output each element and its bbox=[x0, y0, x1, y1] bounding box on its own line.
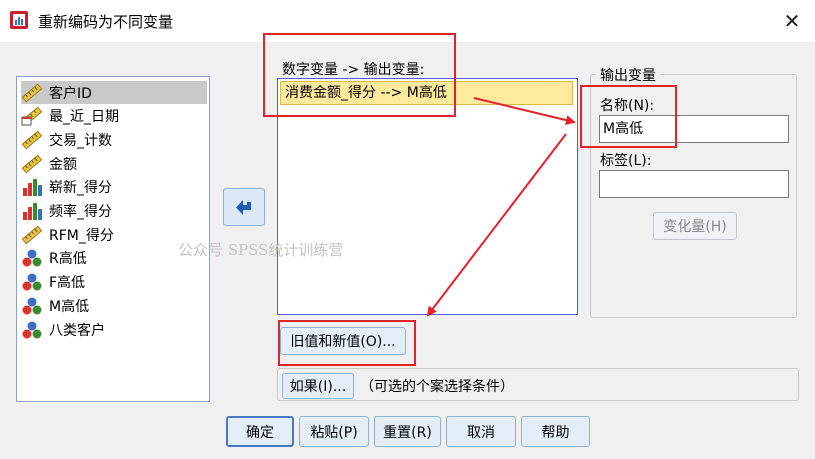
if-caption: （可选的个案选择条件） bbox=[360, 379, 514, 395]
if-button[interactable]: 如果(I)... bbox=[282, 373, 354, 399]
calendar-ruler-icon bbox=[21, 106, 49, 126]
annotation-box-old-new bbox=[278, 320, 416, 366]
variable-label: 交易_计数 bbox=[49, 132, 112, 149]
variable-label: 客户ID bbox=[49, 85, 92, 102]
variable-item[interactable]: 八类客户 bbox=[21, 318, 207, 341]
nominal-icon bbox=[21, 296, 49, 316]
label-input[interactable] bbox=[599, 170, 789, 198]
variable-label: 八类客户 bbox=[49, 322, 105, 339]
window-title: 重新编码为不同变量 bbox=[38, 13, 174, 31]
variable-label: 最_近_日期 bbox=[49, 109, 119, 126]
annotation-box-name bbox=[580, 85, 677, 148]
variable-item[interactable]: 频率_得分 bbox=[21, 200, 207, 223]
ok-button[interactable]: 确定 bbox=[226, 416, 294, 447]
bar-chart-icon bbox=[21, 177, 49, 197]
variable-item[interactable]: 金额 bbox=[21, 152, 207, 175]
arrow-left-icon bbox=[236, 200, 251, 215]
variable-label: 崭新_得分 bbox=[49, 180, 112, 197]
variable-label: 频率_得分 bbox=[49, 204, 112, 220]
nominal-icon bbox=[21, 320, 49, 340]
variable-item[interactable]: F高低 bbox=[21, 271, 207, 294]
label-label: 标签(L): bbox=[600, 153, 652, 169]
if-condition-group bbox=[277, 368, 799, 401]
nominal-icon bbox=[21, 272, 49, 292]
variable-label: 金额 bbox=[49, 156, 77, 173]
variable-item[interactable]: 最_近_日期 bbox=[21, 105, 207, 128]
change-button[interactable]: 变化量(H) bbox=[653, 212, 737, 240]
variable-item[interactable]: 交易_计数 bbox=[21, 128, 207, 151]
close-icon[interactable]: ✕ bbox=[779, 8, 805, 34]
nominal-icon bbox=[21, 248, 49, 268]
move-variable-button[interactable] bbox=[223, 188, 265, 226]
reset-button[interactable]: 重置(R) bbox=[374, 416, 441, 447]
ruler-icon bbox=[21, 130, 49, 150]
variable-label: R高低 bbox=[49, 251, 87, 268]
variable-item[interactable]: 崭新_得分 bbox=[21, 176, 207, 199]
watermark: 公众号 SPSS统计训练营 bbox=[178, 241, 344, 259]
help-button[interactable]: 帮助 bbox=[521, 416, 590, 447]
variable-item[interactable]: M高低 bbox=[21, 294, 207, 317]
spss-app-icon bbox=[10, 11, 28, 29]
ruler-icon bbox=[21, 83, 49, 103]
variable-item[interactable]: 客户ID bbox=[21, 81, 207, 104]
ruler-icon bbox=[21, 225, 49, 245]
output-variable-legend: 输出变量 bbox=[596, 65, 660, 85]
bar-chart-icon bbox=[21, 201, 49, 221]
paste-button[interactable]: 粘贴(P) bbox=[299, 416, 369, 447]
annotation-box-mapping bbox=[263, 33, 456, 117]
variable-label: RFM_得分 bbox=[49, 227, 114, 244]
cancel-button[interactable]: 取消 bbox=[446, 416, 516, 447]
ruler-icon bbox=[21, 154, 49, 174]
variable-label: M高低 bbox=[49, 298, 90, 315]
variable-label: F高低 bbox=[49, 275, 86, 292]
